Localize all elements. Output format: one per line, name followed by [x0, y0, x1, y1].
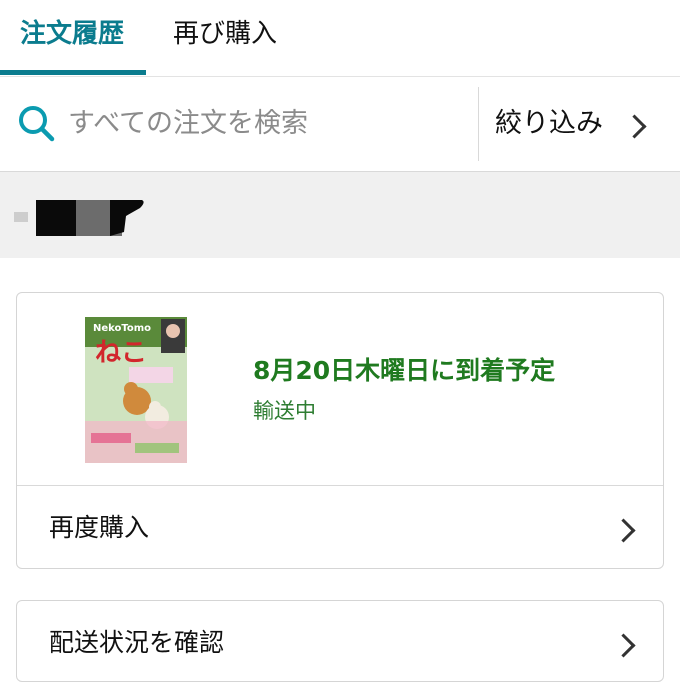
chevron-right-icon[interactable] [611, 633, 636, 658]
svg-text:NekoTomo: NekoTomo [93, 323, 151, 334]
active-tab-indicator [0, 70, 146, 75]
order-card[interactable]: NekoTomo ねこ 8月20日木曜日に到着予定 輸送中 再度購入 [16, 292, 664, 569]
product-thumbnail[interactable]: NekoTomo ねこ [85, 317, 187, 463]
chevron-right-icon[interactable] [622, 114, 647, 139]
search-icon[interactable] [16, 103, 56, 143]
tab-buy-again[interactable]: 再び購入 [173, 18, 277, 50]
tab-bar: 注文履歴 再び購入 [0, 0, 680, 77]
search-divider [478, 87, 479, 161]
track-shipment-label[interactable]: 配送状況を確認 [49, 627, 224, 659]
magazine-cover-image: NekoTomo ねこ [85, 317, 187, 463]
search-bar: すべての注文を検索 絞り込み [0, 77, 680, 172]
delivery-date: 8月20日木曜日に到着予定 [253, 356, 556, 385]
search-input[interactable]: すべての注文を検索 [68, 107, 308, 141]
redaction-mark [14, 200, 144, 236]
svg-text:ねこ: ねこ [95, 338, 147, 368]
track-shipment-card[interactable]: 配送状況を確認 [16, 600, 664, 682]
tab-order-history[interactable]: 注文履歴 [20, 18, 124, 50]
chevron-right-icon[interactable] [611, 518, 636, 543]
order-header-band [0, 172, 680, 258]
buy-again-label[interactable]: 再度購入 [49, 512, 149, 544]
card-divider [17, 485, 663, 486]
filter-button[interactable]: 絞り込み [495, 107, 603, 141]
shipping-status: 輸送中 [253, 399, 316, 423]
